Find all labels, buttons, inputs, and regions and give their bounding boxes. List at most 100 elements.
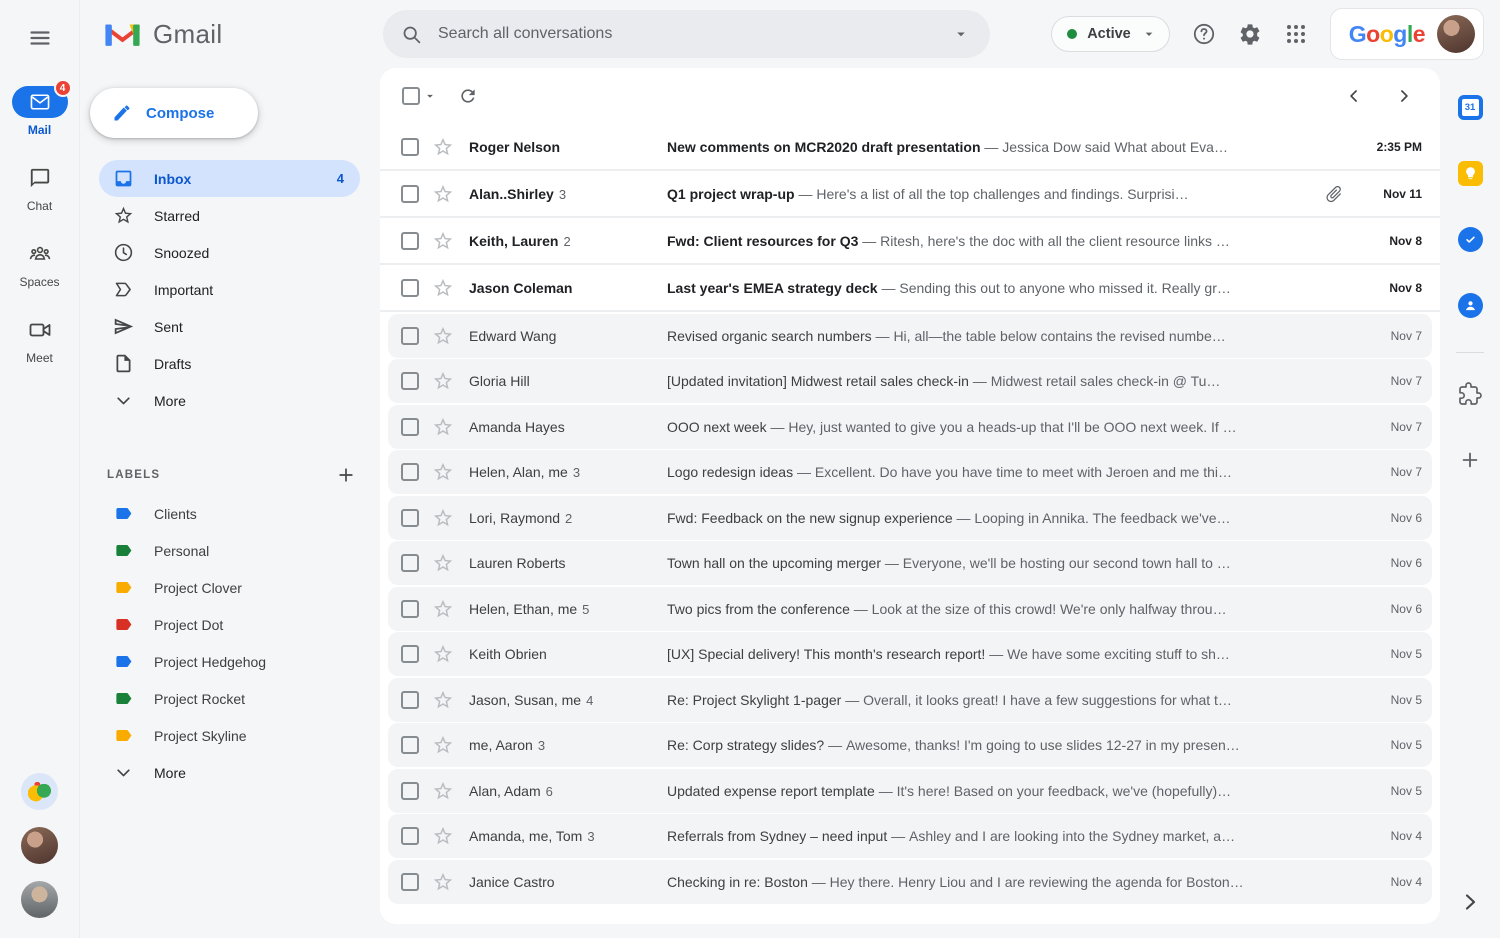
- select-all-checkbox[interactable]: [402, 87, 420, 105]
- label-item-project-rocket[interactable]: Project Rocket: [99, 680, 360, 717]
- email-row[interactable]: Roger NelsonNew comments on MCR2020 draf…: [380, 124, 1440, 171]
- row-checkbox[interactable]: [401, 509, 419, 527]
- sidebar-item-more[interactable]: More: [99, 382, 360, 419]
- sidebar-item-snoozed[interactable]: Snoozed: [99, 234, 360, 271]
- compose-button[interactable]: Compose: [90, 88, 258, 138]
- row-star-icon[interactable]: [432, 183, 454, 205]
- chat-icon: [12, 162, 68, 194]
- row-checkbox[interactable]: [401, 782, 419, 800]
- label-item-personal[interactable]: Personal: [99, 532, 360, 569]
- email-row[interactable]: Edward WangRevised organic search number…: [388, 314, 1432, 358]
- row-checkbox[interactable]: [401, 645, 419, 663]
- sidebar-item-starred[interactable]: Starred: [99, 197, 360, 234]
- sidebar-item-sent[interactable]: Sent: [99, 308, 360, 345]
- separator: —: [953, 510, 975, 526]
- email-row[interactable]: Alan, Adam6Updated expense report templa…: [388, 769, 1432, 813]
- row-star-icon[interactable]: [432, 325, 454, 347]
- sidebar-item-inbox[interactable]: Inbox4: [99, 160, 360, 197]
- row-star-icon[interactable]: [432, 734, 454, 756]
- row-checkbox[interactable]: [401, 554, 419, 572]
- select-options-caret-icon[interactable]: [423, 89, 437, 103]
- rail-item-meet[interactable]: Meet: [12, 314, 68, 365]
- row-star-icon[interactable]: [432, 825, 454, 847]
- row-star-icon[interactable]: [432, 598, 454, 620]
- create-label-icon[interactable]: [336, 465, 356, 485]
- row-checkbox[interactable]: [401, 827, 419, 845]
- man-avatar[interactable]: [21, 881, 58, 918]
- sidebar-item-drafts[interactable]: Drafts: [99, 345, 360, 382]
- settings-gear-icon[interactable]: [1238, 22, 1262, 46]
- snippet: Midwest retail sales check-in @ Tu…: [991, 373, 1221, 389]
- row-checkbox[interactable]: [401, 138, 419, 156]
- rail-item-spaces[interactable]: Spaces: [12, 238, 68, 289]
- extensions-icon[interactable]: [1457, 381, 1483, 407]
- row-star-icon[interactable]: [432, 643, 454, 665]
- email-row[interactable]: Amanda, me, Tom3Referrals from Sydney – …: [388, 814, 1432, 858]
- row-checkbox[interactable]: [401, 279, 419, 297]
- add-icon[interactable]: [1457, 447, 1483, 473]
- contacts-icon[interactable]: [1457, 292, 1483, 318]
- row-checkbox[interactable]: [401, 600, 419, 618]
- label-item-project-hedgehog[interactable]: Project Hedgehog: [99, 643, 360, 680]
- row-star-icon[interactable]: [432, 230, 454, 252]
- email-row[interactable]: Jason ColemanLast year's EMEA strategy d…: [380, 265, 1440, 312]
- search-options-caret-icon[interactable]: [952, 25, 970, 43]
- row-checkbox[interactable]: [401, 873, 419, 891]
- row-star-icon[interactable]: [432, 507, 454, 529]
- row-checkbox[interactable]: [401, 691, 419, 709]
- row-checkbox[interactable]: [401, 232, 419, 250]
- help-icon[interactable]: [1192, 22, 1216, 46]
- email-row[interactable]: Gloria Hill[Updated invitation] Midwest …: [388, 359, 1432, 403]
- email-row[interactable]: Keith Obrien[UX] Special delivery! This …: [388, 632, 1432, 676]
- email-row[interactable]: me, Aaron3Re: Corp strategy slides? — Aw…: [388, 723, 1432, 767]
- rail-item-chat[interactable]: Chat: [12, 162, 68, 213]
- row-star-icon[interactable]: [432, 689, 454, 711]
- row-checkbox[interactable]: [401, 327, 419, 345]
- sidebar-item-label: Starred: [154, 208, 344, 224]
- email-row[interactable]: Janice CastroChecking in re: Boston — He…: [388, 860, 1432, 904]
- row-star-icon[interactable]: [432, 871, 454, 893]
- email-row[interactable]: Lauren RobertsTown hall on the upcoming …: [388, 541, 1432, 585]
- row-checkbox[interactable]: [401, 463, 419, 481]
- search-input[interactable]: Search all conversations: [383, 10, 990, 58]
- expand-panel-icon[interactable]: [1458, 890, 1482, 914]
- google-account-chip[interactable]: Google: [1330, 8, 1484, 60]
- tasks-icon[interactable]: [1457, 226, 1483, 252]
- email-row[interactable]: Lori, Raymond2Fwd: Feedback on the new s…: [388, 496, 1432, 540]
- row-star-icon[interactable]: [432, 277, 454, 299]
- email-row[interactable]: Jason, Susan, me4Re: Project Skylight 1-…: [388, 678, 1432, 722]
- rail-item-mail[interactable]: 4Mail: [12, 86, 68, 137]
- email-row[interactable]: Keith, Lauren2Fwd: Client resources for …: [380, 218, 1440, 265]
- label-item-project-dot[interactable]: Project Dot: [99, 606, 360, 643]
- row-star-icon[interactable]: [432, 136, 454, 158]
- sidebar-item-important[interactable]: Important: [99, 271, 360, 308]
- keep-icon[interactable]: [1457, 160, 1483, 186]
- labels-more[interactable]: More: [99, 754, 360, 791]
- row-star-icon[interactable]: [432, 461, 454, 483]
- main-menu-icon[interactable]: [28, 26, 52, 50]
- row-star-icon[interactable]: [432, 780, 454, 802]
- status-selector[interactable]: Active: [1051, 16, 1170, 52]
- email-row[interactable]: Amanda HayesOOO next week — Hey, just wa…: [388, 405, 1432, 449]
- bot-avatar[interactable]: [21, 773, 58, 810]
- apps-grid-icon[interactable]: [1284, 22, 1308, 46]
- email-row[interactable]: Alan..Shirley3Q1 project wrap-up — Here'…: [380, 171, 1440, 218]
- email-row[interactable]: Helen, Ethan, me5Two pics from the confe…: [388, 587, 1432, 631]
- row-checkbox[interactable]: [401, 185, 419, 203]
- label-item-project-skyline[interactable]: Project Skyline: [99, 717, 360, 754]
- calendar-icon[interactable]: 31: [1457, 94, 1483, 120]
- label-item-project-clover[interactable]: Project Clover: [99, 569, 360, 606]
- label-item-clients[interactable]: Clients: [99, 495, 360, 532]
- row-checkbox[interactable]: [401, 372, 419, 390]
- row-checkbox[interactable]: [401, 736, 419, 754]
- older-page-icon[interactable]: [1394, 86, 1414, 106]
- user-avatar[interactable]: [1437, 15, 1475, 53]
- row-star-icon[interactable]: [432, 370, 454, 392]
- row-star-icon[interactable]: [432, 552, 454, 574]
- row-star-icon[interactable]: [432, 416, 454, 438]
- refresh-icon[interactable]: [458, 86, 478, 106]
- newer-page-icon[interactable]: [1344, 86, 1364, 106]
- row-checkbox[interactable]: [401, 418, 419, 436]
- email-row[interactable]: Helen, Alan, me3Logo redesign ideas — Ex…: [388, 450, 1432, 494]
- woman-avatar[interactable]: [21, 827, 58, 864]
